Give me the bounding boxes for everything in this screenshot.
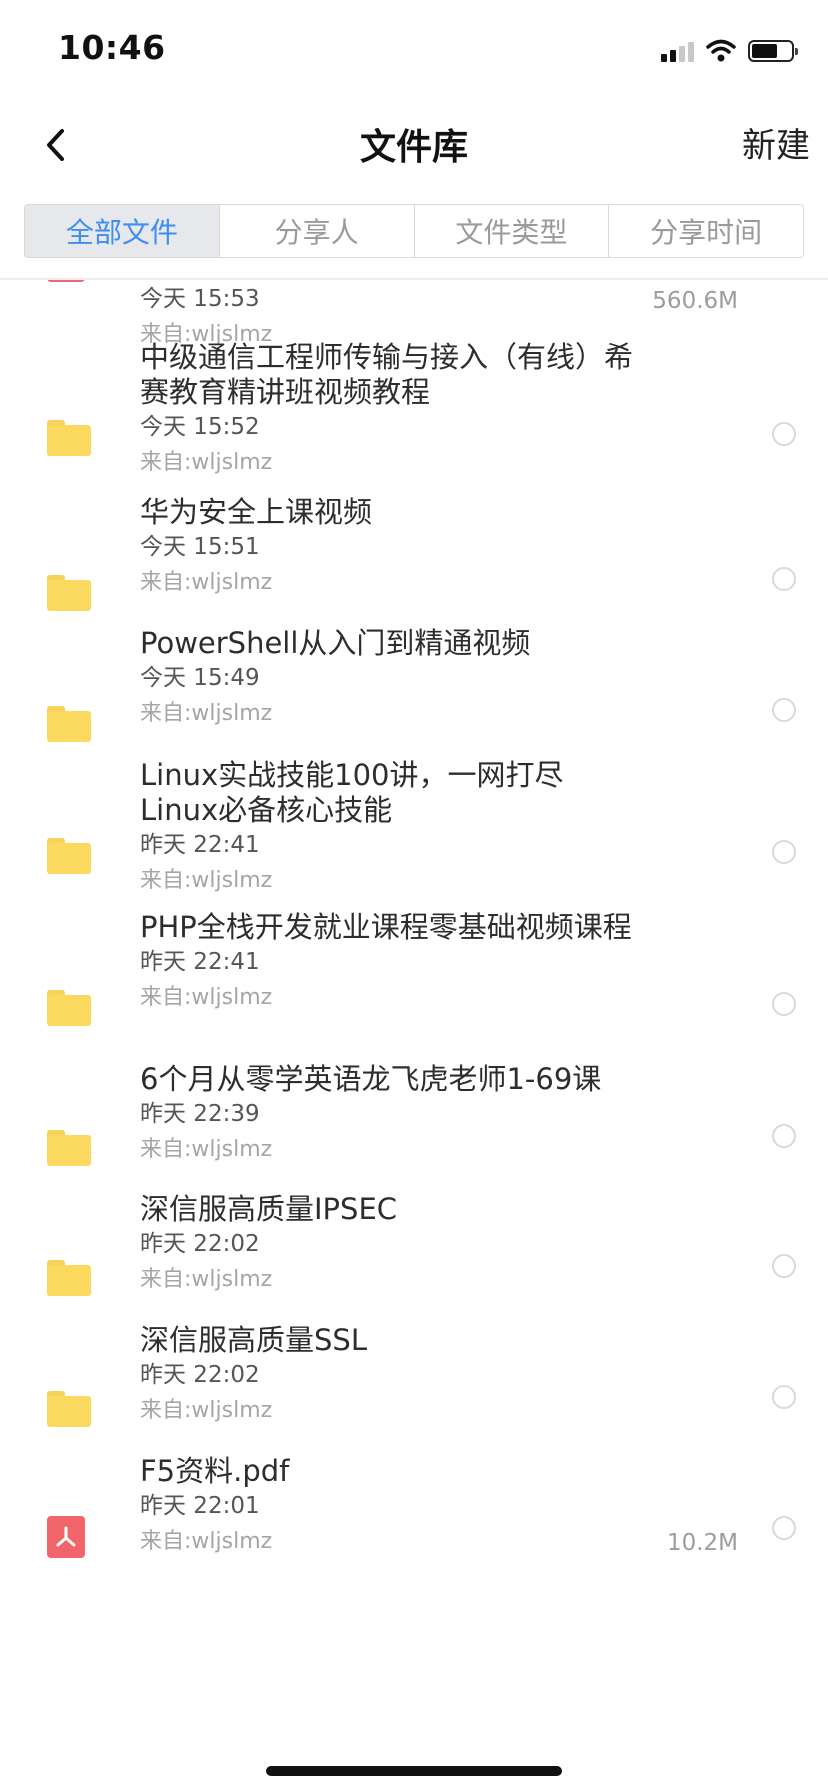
file-source: 来自:wljslmz (140, 1267, 273, 1292)
status-icons (661, 36, 798, 66)
tab-share-time[interactable]: 分享时间 (609, 205, 803, 257)
status-time: 10:46 (58, 28, 166, 67)
folder-icon (47, 1130, 91, 1166)
file-row[interactable]: 深信服高质量SSL 昨天 22:02 来自:wljslmz (0, 1323, 828, 1473)
file-source: 来自:wljslmz (140, 985, 273, 1010)
file-source: 来自:wljslmz (140, 701, 273, 726)
file-row[interactable]: 华为安全上课视频今天 15:51 来自:wljslmz (0, 495, 828, 645)
file-row[interactable]: 6个月从零学英语龙飞虎老师1-69课昨天 22:39 来自:wljslmz (0, 1062, 828, 1212)
new-button[interactable]: 新建 (742, 118, 810, 167)
file-row[interactable]: PHP全栈开发就业课程零基础视频课程昨天 22:41 来自:wljslmz (0, 910, 828, 1060)
file-size: 10.2M (666, 1530, 738, 1556)
tab-file-type[interactable]: 文件类型 (414, 205, 610, 257)
file-row[interactable]: 深信服高质量IPSEC 昨天 22:02 来自:wljslmz (0, 1192, 828, 1342)
folder-icon (47, 838, 91, 874)
folder-icon (47, 1391, 91, 1427)
file-source: 来自:wljslmz (140, 570, 273, 595)
nav-bar: 文件库 新建 (0, 100, 828, 190)
file-info: 6个月从零学英语龙飞虎老师1-69课昨天 22:39 来自:wljslmz (140, 1062, 640, 1167)
file-source: 来自:wljslmz (140, 1398, 273, 1423)
file-time: 昨天 22:02 (140, 1231, 260, 1257)
select-checkbox[interactable] (772, 1124, 796, 1148)
folder-icon (47, 575, 91, 611)
select-checkbox[interactable] (772, 992, 796, 1016)
file-name: Linux实战技能100讲，一网打尽Linux必备核心技能 (140, 758, 564, 827)
file-name: F5资料.pdf (140, 1454, 290, 1488)
folder-icon (47, 1260, 91, 1296)
pdf-icon (47, 280, 85, 282)
select-checkbox[interactable] (772, 1516, 796, 1540)
file-time: 今天 15:52 (140, 414, 260, 440)
select-checkbox[interactable] (772, 422, 796, 446)
select-checkbox[interactable] (772, 567, 796, 591)
file-row[interactable]: PowerShell从入门到精通视频今天 15:49 来自:wljslmz (0, 626, 828, 776)
select-checkbox[interactable] (772, 698, 796, 722)
folder-icon (47, 706, 91, 742)
file-time: 今天 15:53 (140, 286, 260, 312)
file-info: F5资料.pdf 昨天 22:01 来自:wljslmz (140, 1454, 640, 1559)
file-time: 昨天 22:02 (140, 1362, 260, 1388)
home-indicator[interactable] (266, 1766, 562, 1776)
tab-sharer[interactable]: 分享人 (219, 205, 415, 257)
file-time: 今天 15:51 (140, 534, 260, 560)
cellular-signal-icon (661, 40, 694, 62)
file-time: 昨天 22:01 (140, 1493, 260, 1519)
folder-icon (47, 990, 91, 1026)
tab-all-files[interactable]: 全部文件 (25, 205, 220, 257)
file-info: PowerShell从入门到精通视频今天 15:49 来自:wljslmz (140, 626, 640, 731)
file-time: 昨天 22:41 (140, 832, 260, 858)
page-title: 文件库 (359, 127, 468, 168)
file-info: Linux实战技能100讲，一网打尽Linux必备核心技能昨天 22:41 来自:… (140, 758, 640, 898)
file-name: PHP全栈开发就业课程零基础视频课程 (140, 910, 632, 944)
file-name: 华为安全上课视频 (140, 495, 373, 529)
file-time: 昨天 22:39 (140, 1101, 260, 1127)
file-source: 来自:wljslmz (140, 1137, 273, 1162)
file-info: PHP全栈开发就业课程零基础视频课程昨天 22:41 来自:wljslmz (140, 910, 640, 1015)
file-list[interactable]: 今天 15:53 来自:wljslmz 560.6M 中级通信工程师传输与接入（有线）… (0, 280, 828, 1770)
select-checkbox[interactable] (772, 1385, 796, 1409)
filter-tabs: 全部文件 分享人 文件类型 分享时间 (24, 204, 804, 258)
file-row[interactable]: 中级通信工程师传输与接入（有线）希赛教育精讲班视频教程今天 15:52 来自:wl… (0, 340, 828, 490)
file-size: 560.6M (652, 288, 738, 314)
file-name: 中级通信工程师传输与接入（有线）希赛教育精讲班视频教程 (140, 340, 634, 409)
file-info: 深信服高质量IPSEC 昨天 22:02 来自:wljslmz (140, 1192, 640, 1297)
file-info: 深信服高质量SSL 昨天 22:02 来自:wljslmz (140, 1323, 640, 1428)
file-name: PowerShell从入门到精通视频 (140, 626, 531, 660)
folder-icon (47, 420, 91, 456)
wifi-icon (706, 39, 736, 62)
file-name: 深信服高质量IPSEC (140, 1192, 398, 1226)
file-info: 中级通信工程师传输与接入（有线）希赛教育精讲班视频教程今天 15:52 来自:wl… (140, 340, 640, 480)
file-row[interactable]: Linux实战技能100讲，一网打尽Linux必备核心技能昨天 22:41 来自:… (0, 758, 828, 908)
file-source: 来自:wljslmz (140, 868, 273, 893)
status-bar: 10:46 (0, 0, 828, 100)
select-checkbox[interactable] (772, 840, 796, 864)
file-info: 华为安全上课视频今天 15:51 来自:wljslmz (140, 495, 640, 600)
file-source: 来自:wljslmz (140, 1529, 273, 1554)
file-row[interactable]: F5资料.pdf 昨天 22:01 来自:wljslmz 10.2M (0, 1454, 828, 1604)
file-time: 今天 15:49 (140, 665, 260, 691)
file-time: 昨天 22:41 (140, 949, 260, 975)
file-name: 深信服高质量SSL (140, 1323, 367, 1357)
pdf-icon (47, 1516, 85, 1558)
select-checkbox[interactable] (772, 1254, 796, 1278)
file-name: 6个月从零学英语龙飞虎老师1-69课 (140, 1062, 602, 1096)
battery-icon (748, 40, 798, 62)
file-source: 来自:wljslmz (140, 450, 273, 475)
